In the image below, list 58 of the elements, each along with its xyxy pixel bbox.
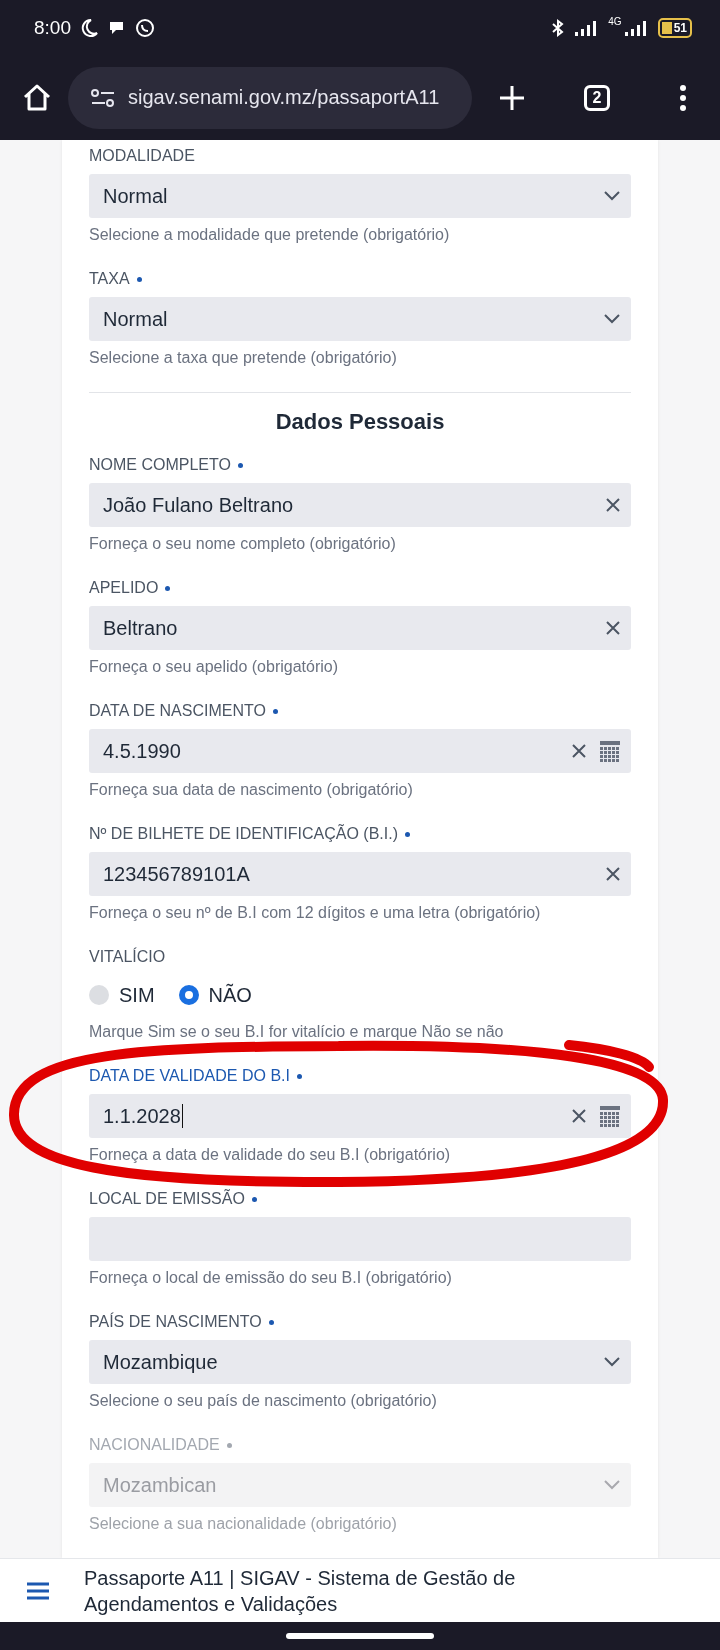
clear-icon[interactable]	[571, 1108, 587, 1124]
clear-icon[interactable]	[571, 743, 587, 759]
field-label: VITALÍCIO	[89, 948, 166, 966]
field-label: DATA DE VALIDADE DO B.I	[89, 1067, 290, 1085]
section-heading: Dados Pessoais	[274, 408, 446, 436]
radio-label: NÃO	[208, 983, 252, 1007]
tab-count-button[interactable]: 2	[584, 84, 610, 111]
field-label: APELIDO	[89, 579, 159, 597]
address-bar[interactable]: sigav.senami.gov.mz/passaportA11	[68, 66, 472, 129]
calendar-icon[interactable]	[599, 1104, 621, 1128]
clear-icon[interactable]	[605, 866, 621, 882]
chevron-down-icon[interactable]	[603, 190, 621, 202]
field-hint: Selecione o seu país de nascimento (obrigatório)	[89, 1392, 438, 1410]
radio-label: SIM	[119, 983, 155, 1007]
battery-level: 51	[657, 17, 692, 38]
dropdown[interactable]: Mozambique	[89, 1340, 631, 1384]
field-label: PAÍS DE NASCIMENTO	[89, 1313, 262, 1331]
input-field[interactable]: Beltrano	[89, 606, 631, 650]
field-label: NACIONALIDADE	[89, 1436, 220, 1454]
field-label: DATA DE NASCIMENTO	[89, 702, 266, 720]
field-label: LOCAL DE EMISSÃO	[89, 1190, 245, 1208]
page-title: Passaporte A11 | SIGAV - Sistema de Gestão de Agendamentos e Validações	[84, 1565, 517, 1617]
field-hint: Forneça o seu nome completo (obrigatório)	[89, 535, 397, 553]
field-label: Nº DE BILHETE DE IDENTIFICAÇÃO (B.I.)	[89, 825, 398, 843]
chevron-down-icon[interactable]	[603, 1356, 621, 1368]
add-tab-icon[interactable]	[498, 83, 526, 112]
field-hint: Selecione a sua nacionalidade (obrigatório)	[89, 1515, 398, 1533]
field-hint: Selecione a modalidade que pretende (obrigatório)	[89, 226, 451, 244]
radio-button[interactable]	[89, 985, 109, 1005]
field-label: NOME COMPLETO	[89, 456, 231, 474]
field-hint: Marque Sim se o seu B.I for vitalício e marque Não se não	[89, 1023, 505, 1041]
network-type: 4G	[608, 16, 622, 27]
dropdown[interactable]: Normal	[89, 297, 631, 341]
clear-icon[interactable]	[605, 620, 621, 636]
field-hint: Forneça a data de validade do seu B.I (obrigatório)	[89, 1146, 452, 1164]
home-icon[interactable]	[22, 82, 52, 113]
date-field[interactable]: 1.1.2028	[89, 1094, 631, 1138]
field-label: MODALIDADE	[89, 147, 195, 165]
chevron-down-icon[interactable]	[603, 313, 621, 325]
dropdown[interactable]: Normal	[89, 174, 631, 218]
date-field[interactable]: 4.5.1990	[89, 729, 631, 773]
calendar-icon[interactable]	[599, 739, 621, 763]
field-hint: Forneça o local de emissão do seu B.I (obrigatório)	[89, 1269, 453, 1287]
menu-icon[interactable]	[678, 83, 688, 112]
phone-bubble-icon	[135, 17, 155, 38]
field-label: TAXA	[89, 270, 130, 288]
menu-icon[interactable]	[26, 1580, 50, 1601]
clear-icon[interactable]	[605, 497, 621, 513]
field-hint: Forneça o seu nº de B.I com 12 dígitos e uma letra (obrigatório)	[89, 904, 542, 922]
field-hint: Forneça sua data de nascimento (obrigatório)	[89, 781, 414, 799]
site-settings-icon[interactable]	[90, 86, 116, 109]
field-hint: Forneça o seu apelido (obrigatório)	[89, 658, 340, 676]
clock-time: 8:00	[34, 16, 71, 39]
input-field[interactable]: 123456789101A	[89, 852, 631, 896]
field-hint: Selecione a taxa que pretende (obrigatório)	[89, 349, 398, 367]
radio-button[interactable]	[178, 985, 199, 1005]
input-field[interactable]: João Fulano Beltrano	[89, 483, 631, 527]
moon-icon	[79, 17, 99, 38]
